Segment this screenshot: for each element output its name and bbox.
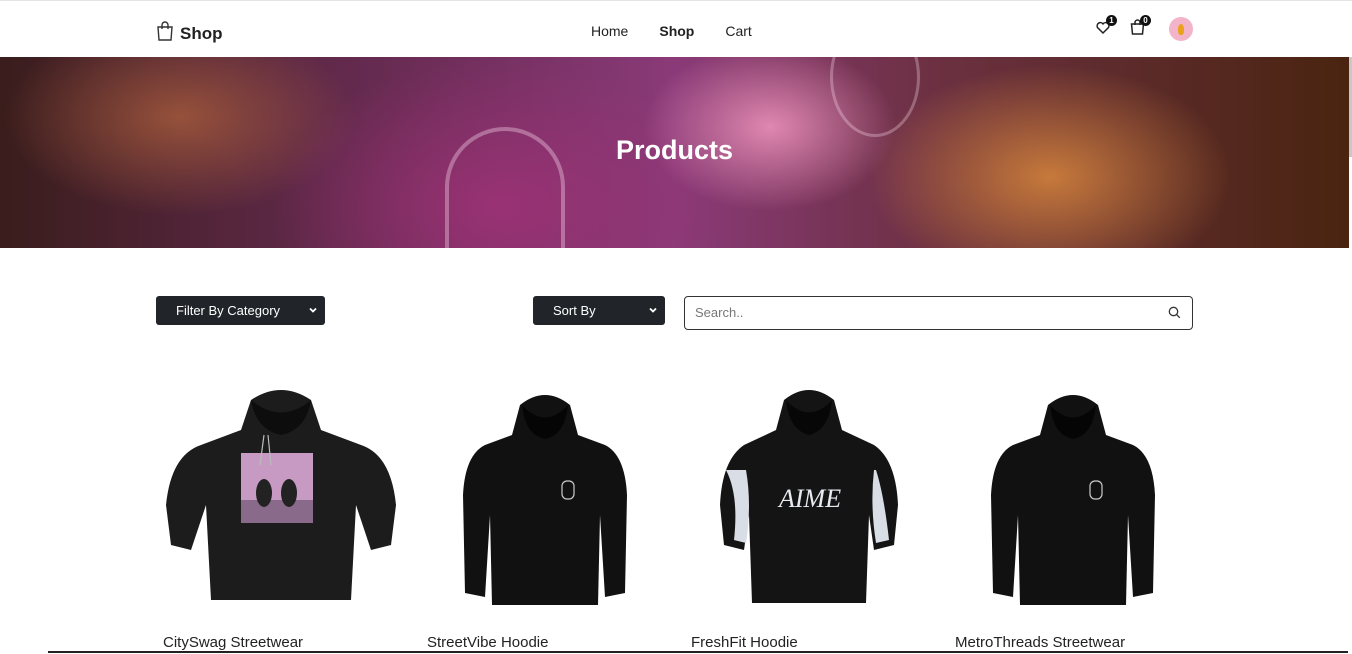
search-input[interactable] — [695, 305, 1155, 320]
main-nav: Home Shop Cart — [591, 23, 783, 39]
product-image[interactable] — [156, 375, 406, 615]
search-box — [684, 296, 1193, 330]
product-card[interactable]: MetroThreads Streetwear — [948, 375, 1198, 654]
nav-icons: 1 0 — [1093, 15, 1193, 41]
product-name[interactable]: CitySwag Streetwear — [163, 634, 303, 651]
product-name[interactable]: MetroThreads Streetwear — [955, 634, 1125, 651]
wishlist-count-badge: 1 — [1106, 15, 1117, 26]
category-filter-label: Filter By Category — [176, 303, 281, 318]
hero-decoration — [830, 57, 920, 137]
product-image[interactable] — [948, 375, 1198, 615]
nav-link-shop[interactable]: Shop — [659, 23, 694, 39]
nav-link-cart[interactable]: Cart — [725, 23, 751, 39]
svg-text:AIME: AIME — [777, 484, 841, 513]
product-card[interactable]: CitySwag Streetwear — [156, 375, 406, 654]
product-card[interactable]: AIME FreshFit Hoodie — [684, 375, 934, 654]
product-name[interactable]: StreetVibe Hoodie — [427, 634, 548, 651]
page-title: Products — [615, 135, 734, 165]
cart-button[interactable]: 0 — [1127, 15, 1151, 39]
hero-banner: Products — [0, 57, 1349, 248]
product-image[interactable] — [420, 375, 670, 615]
sort-label: Sort By — [553, 303, 596, 318]
brand-name: Shop — [180, 23, 223, 43]
brand-logo[interactable]: Shop — [156, 21, 223, 46]
search-icon[interactable] — [1168, 306, 1181, 324]
product-name[interactable]: FreshFit Hoodie — [691, 634, 798, 651]
cart-count-badge: 0 — [1140, 15, 1151, 26]
product-image[interactable]: AIME — [684, 375, 934, 615]
category-filter-select[interactable]: Filter By Category — [156, 296, 325, 325]
divider — [48, 651, 1348, 653]
chevron-down-icon — [307, 304, 319, 319]
product-card[interactable]: StreetVibe Hoodie — [420, 375, 670, 654]
nav-link-home[interactable]: Home — [591, 23, 628, 39]
user-avatar[interactable] — [1169, 17, 1193, 41]
wishlist-button[interactable]: 1 — [1093, 15, 1117, 39]
avatar-image — [1178, 23, 1184, 35]
shopping-bag-icon — [156, 21, 174, 46]
chevron-down-icon — [647, 304, 659, 319]
sort-select[interactable]: Sort By — [533, 296, 665, 325]
navbar: Shop Home Shop Cart 1 0 — [0, 0, 1352, 57]
